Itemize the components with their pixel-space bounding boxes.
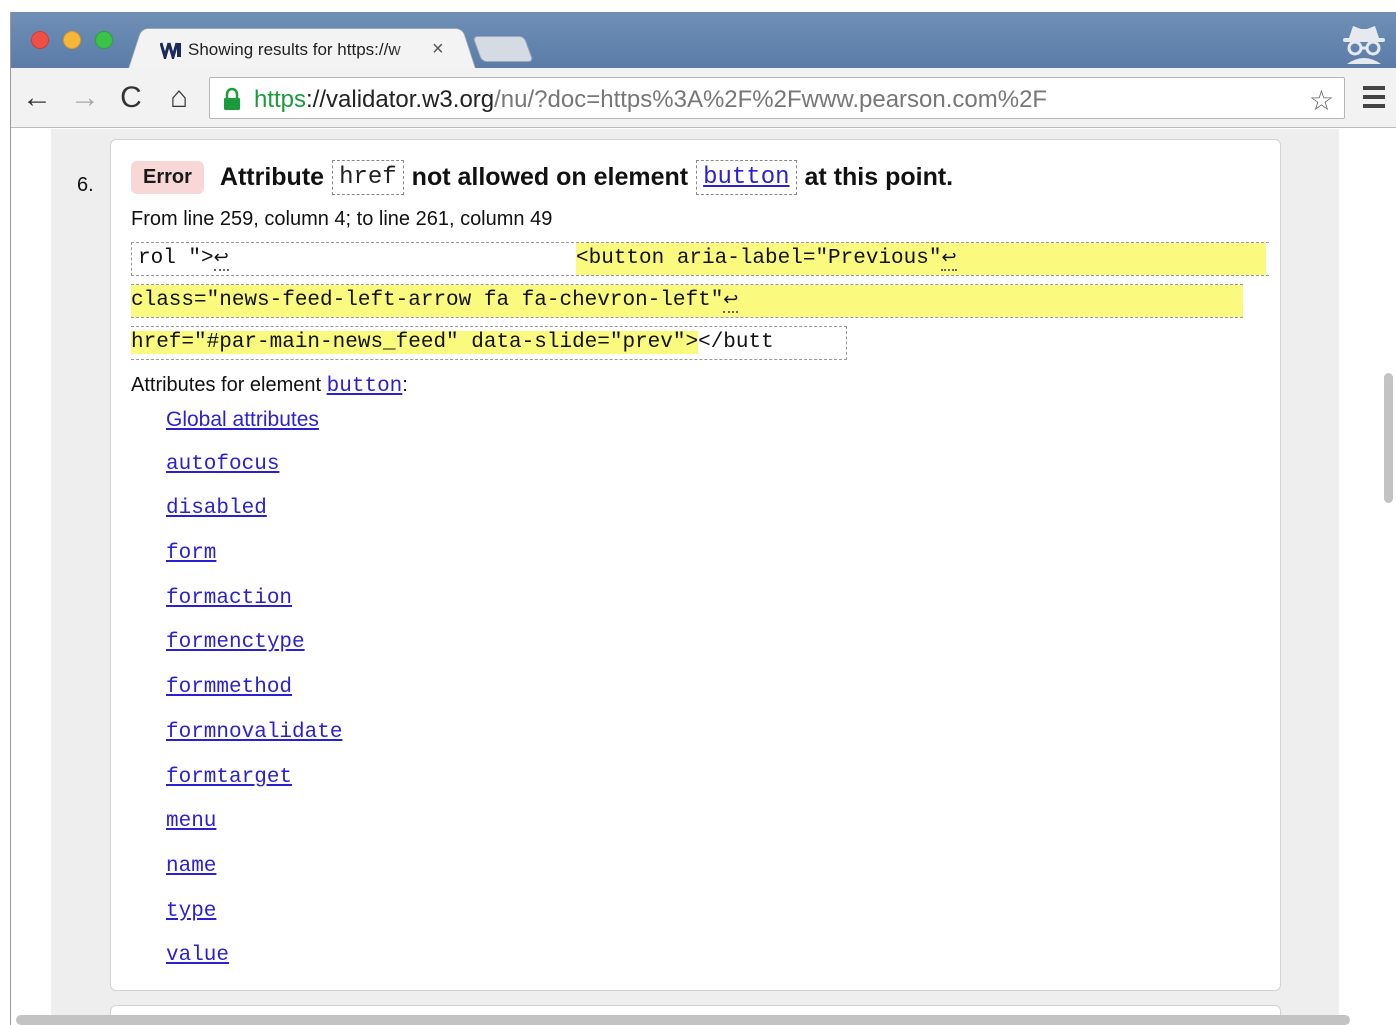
url-scheme: https [254, 86, 307, 113]
list-item: formtarget [166, 766, 342, 811]
url-text[interactable]: https://validator.w3.org/nu/?doc=https%3… [254, 86, 1047, 114]
forward-arrow-icon[interactable]: → [67, 80, 103, 116]
extract-line-2-highlight: class="news-feed-left-arrow fa fa-chevro… [131, 289, 724, 312]
page-viewport: 6. Error Attribute href not allowed on e… [11, 129, 1396, 1025]
return-icon: ↩ [941, 249, 957, 271]
home-icon[interactable]: ⌂ [161, 80, 197, 116]
back-arrow-icon[interactable]: ← [19, 80, 55, 116]
extract-line-1-highlight: <button aria-label="Previous" [576, 247, 942, 270]
list-item: value [166, 944, 342, 989]
url-host: ://validator.w3.org [306, 86, 495, 113]
validator-favicon-icon [160, 41, 182, 59]
attribute-link-value[interactable]: value [166, 944, 229, 967]
list-item: disabled [166, 497, 342, 542]
attribute-link-formmethod[interactable]: formmethod [166, 676, 292, 699]
list-item: name [166, 855, 342, 900]
extract-line-3: href="#par-main-news_feed" data-slide="p… [131, 326, 847, 360]
attributes-heading: Attributes for element button: [131, 374, 408, 398]
attribute-code: href [332, 159, 404, 195]
attribute-link-formnovalidate[interactable]: formnovalidate [166, 721, 342, 744]
extract-line-2: class="news-feed-left-arrow fa fa-chevro… [131, 284, 1243, 318]
attributes-element-link[interactable]: button [327, 375, 403, 398]
lock-icon [224, 87, 240, 110]
list-item: autofocus [166, 453, 342, 498]
heading-text-3: at this point. [804, 162, 954, 191]
return-icon: ↩ [213, 249, 229, 271]
attribute-link-formenctype[interactable]: formenctype [166, 631, 305, 654]
tab-close-icon[interactable]: × [432, 38, 444, 61]
attribute-link-autofocus[interactable]: autofocus [166, 453, 279, 476]
attribute-link-formtarget[interactable]: formtarget [166, 766, 292, 789]
error-message-card: Error Attribute href not allowed on elem… [110, 139, 1281, 991]
attribute-link-global[interactable]: Global attributes [166, 408, 319, 431]
extract-line-3-tail: </butt [698, 331, 774, 354]
attribute-link-type[interactable]: type [166, 900, 216, 923]
list-item: Global attributes [166, 408, 342, 453]
element-link[interactable]: button [696, 159, 797, 195]
list-item: type [166, 900, 342, 945]
attribute-link-disabled[interactable]: disabled [166, 497, 267, 520]
list-item: formnovalidate [166, 721, 342, 766]
attributes-label: Attributes for element [131, 374, 322, 396]
extract-line-1: rol ">↩ <button aria-label="Previous"↩ [131, 242, 1269, 276]
minimize-window-button[interactable] [63, 31, 81, 49]
list-item: formmethod [166, 676, 342, 721]
address-bar[interactable]: https://validator.w3.org/nu/?doc=https%3… [209, 77, 1345, 119]
return-icon: ↩ [723, 291, 739, 313]
extract-line-3-highlight: href="#par-main-news_feed" data-slide="p… [131, 331, 699, 354]
attribute-link-formaction[interactable]: formaction [166, 587, 292, 610]
message-heading: Error Attribute href not allowed on elem… [131, 158, 953, 196]
list-item: menu [166, 810, 342, 855]
close-window-button[interactable] [31, 31, 49, 49]
new-tab-button[interactable] [472, 36, 534, 62]
hamburger-menu-icon[interactable] [1363, 81, 1389, 115]
message-number: 6. [77, 174, 94, 196]
tab-title: Showing results for https://w [188, 40, 401, 59]
attribute-link-form[interactable]: form [166, 542, 216, 565]
vertical-scrollbar[interactable] [1384, 373, 1393, 503]
browser-window: Showing results for https://w × ← → C ⌂ … [10, 12, 1396, 1025]
attributes-colon: : [402, 374, 408, 396]
horizontal-scrollbar[interactable] [16, 1015, 1350, 1025]
url-path: /nu/?doc=https%3A%2F%2Fwww.pearson.com%2… [494, 86, 1048, 113]
bookmark-star-icon[interactable]: ☆ [1309, 84, 1334, 117]
attribute-link-menu[interactable]: menu [166, 810, 216, 833]
list-item: formaction [166, 587, 342, 632]
attribute-link-name[interactable]: name [166, 855, 216, 878]
list-item: formenctype [166, 631, 342, 676]
heading-text-1: Attribute [219, 162, 325, 191]
error-badge: Error [131, 160, 204, 194]
list-item: form [166, 542, 342, 587]
reload-icon[interactable]: C [113, 80, 149, 116]
incognito-icon [1343, 26, 1385, 64]
heading-text-2: not allowed on element [411, 162, 689, 191]
tab-validator[interactable]: Showing results for https://w × [141, 28, 463, 70]
title-bar: Showing results for https://w × [11, 12, 1396, 70]
zoom-window-button[interactable] [95, 31, 113, 49]
attribute-list: Global attributes autofocus disabled for… [166, 408, 342, 989]
source-location: From line 259, column 4; to line 261, co… [131, 208, 553, 230]
extract-line-1-lead: rol "> [138, 247, 214, 270]
browser-toolbar: ← → C ⌂ https://validator.w3.org/nu/?doc… [11, 68, 1396, 128]
